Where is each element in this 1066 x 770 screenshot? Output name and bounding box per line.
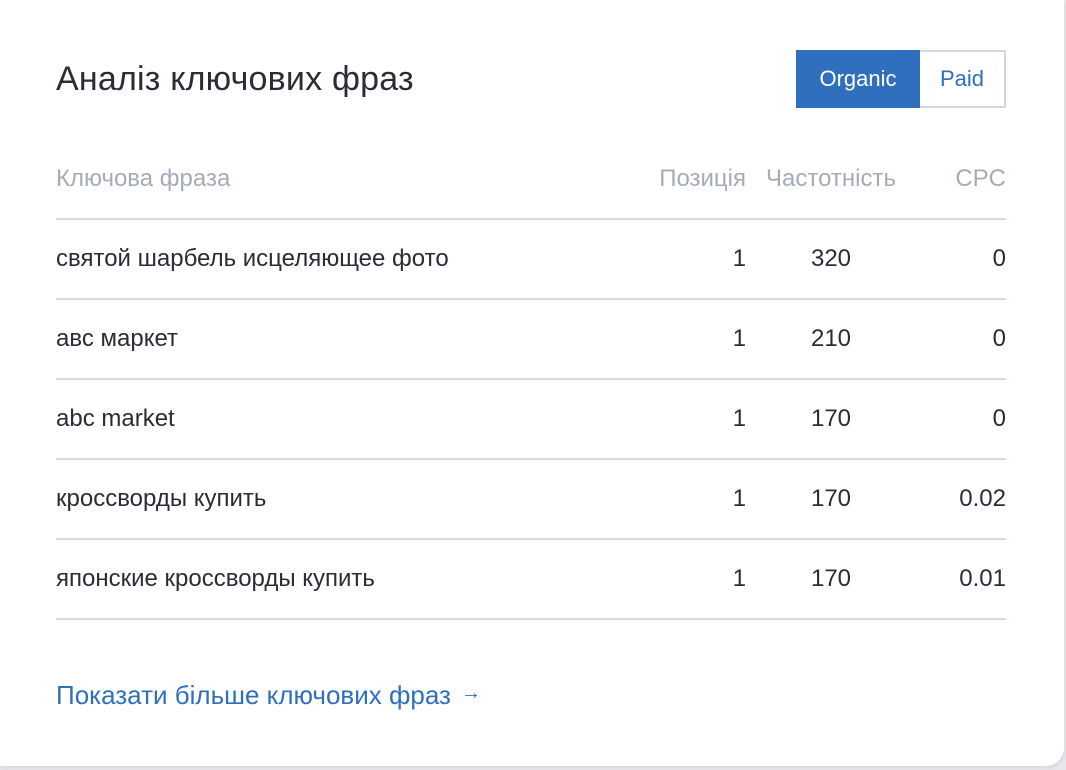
cell-phrase: святой шарбель исцеляющее фото	[56, 245, 449, 272]
cell-phrase: abc market	[56, 405, 175, 432]
column-header-frequency[interactable]: Частотність	[746, 165, 916, 193]
card-title: Аналіз ключових фраз	[56, 60, 414, 98]
cell-cpc: 0	[992, 405, 1006, 432]
cell-position: 1	[732, 565, 746, 592]
show-more-keywords-label: Показати більше ключових фраз	[56, 680, 451, 710]
cell-frequency: 170	[810, 565, 852, 592]
organic-paid-toggle: Organic Paid	[796, 50, 1006, 108]
cell-frequency: 210	[810, 325, 852, 352]
table-row: японские кроссворды купить 1 170 0.01	[56, 540, 1006, 620]
organic-button[interactable]: Organic	[796, 50, 920, 108]
cell-phrase: авс маркет	[56, 325, 179, 352]
cell-position: 1	[732, 405, 746, 432]
cell-phrase: кроссворды купить	[56, 485, 267, 512]
cell-cpc: 0	[992, 325, 1006, 352]
arrow-right-icon: →	[460, 682, 481, 704]
cell-frequency: 320	[810, 245, 852, 272]
cell-cpc: 0	[992, 245, 1006, 272]
cell-phrase: японские кроссворды купить	[56, 565, 375, 592]
paid-button[interactable]: Paid	[920, 50, 1006, 108]
cell-position: 1	[732, 245, 746, 272]
table-row: кроссворды купить 1 170 0.02	[56, 460, 1006, 540]
cell-frequency: 170	[810, 485, 852, 512]
table-row: abc market 1 170 0	[56, 380, 1006, 460]
show-more-keywords-link[interactable]: Показати більше ключових фраз →	[56, 680, 481, 711]
table-row: святой шарбель исцеляющее фото 1 320 0	[56, 220, 1006, 300]
keywords-table: Ключова фраза Позиція Частотність CPC св…	[56, 140, 1006, 620]
cell-position: 1	[732, 325, 746, 352]
cell-cpc: 0.02	[959, 485, 1006, 512]
keyword-analysis-card: Аналіз ключових фраз Organic Paid Ключов…	[0, 0, 1064, 766]
cell-position: 1	[732, 485, 746, 512]
column-header-position[interactable]: Позиція	[636, 165, 746, 193]
table-header-row: Ключова фраза Позиція Частотність CPC	[56, 140, 1006, 220]
column-header-cpc[interactable]: CPC	[916, 165, 1006, 193]
table-row: авс маркет 1 210 0	[56, 300, 1006, 380]
cell-frequency: 170	[810, 405, 852, 432]
column-header-phrase[interactable]: Ключова фраза	[56, 165, 636, 193]
cell-cpc: 0.01	[959, 565, 1006, 592]
